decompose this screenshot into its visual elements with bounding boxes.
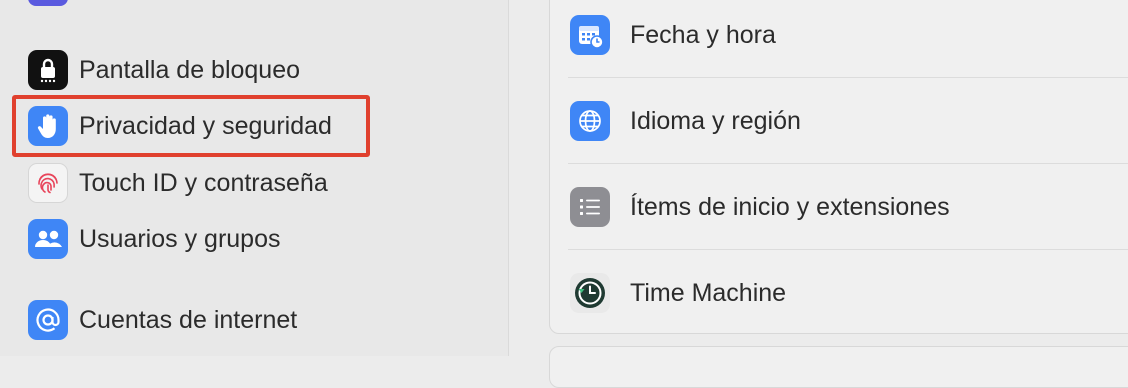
time-machine-icon: [570, 273, 610, 313]
sidebar-item-lock-screen[interactable]: Pantalla de bloqueo: [28, 50, 300, 90]
row-divider: [568, 77, 1128, 78]
fingerprint-icon: [28, 163, 68, 203]
settings-card: [549, 346, 1128, 388]
highlight-box: [12, 95, 370, 157]
settings-card: Fecha y hora Idioma y región Ítems de in…: [549, 0, 1128, 334]
globe-icon: [570, 101, 610, 141]
row-divider: [568, 163, 1128, 164]
partial-icon: [28, 0, 68, 6]
sidebar-item-internet-accounts[interactable]: Cuentas de internet: [28, 300, 297, 340]
lock-icon: [28, 50, 68, 90]
row-time-machine[interactable]: Time Machine: [570, 273, 786, 313]
sidebar-item-label: Cuentas de internet: [79, 305, 298, 334]
row-login-items[interactable]: Ítems de inicio y extensiones: [570, 187, 950, 227]
row-label: Ítems de inicio y extensiones: [630, 192, 950, 221]
row-language-region[interactable]: Idioma y región: [570, 101, 801, 141]
sidebar-item-label: Usuarios y grupos: [79, 224, 281, 253]
calendar-clock-icon: [570, 15, 610, 55]
row-label: Idioma y región: [630, 106, 801, 135]
row-label: Time Machine: [630, 278, 787, 307]
row-divider: [568, 249, 1128, 250]
sidebar-item-label: Pantalla de bloqueo: [79, 55, 301, 84]
main-panel: Fecha y hora Idioma y región Ítems de in…: [509, 0, 1128, 388]
sidebar: Pantalla de bloqueo Privacidad y segurid…: [0, 0, 508, 356]
users-icon: [28, 219, 68, 259]
sidebar-item-users-groups[interactable]: Usuarios y grupos: [28, 219, 280, 259]
sidebar-item-label: Touch ID y contraseña: [79, 168, 328, 197]
list-icon: [570, 187, 610, 227]
row-date-time[interactable]: Fecha y hora: [570, 15, 776, 55]
row-label: Fecha y hora: [630, 20, 776, 49]
at-icon: [28, 300, 68, 340]
sidebar-item-touch-id[interactable]: Touch ID y contraseña: [28, 163, 328, 203]
